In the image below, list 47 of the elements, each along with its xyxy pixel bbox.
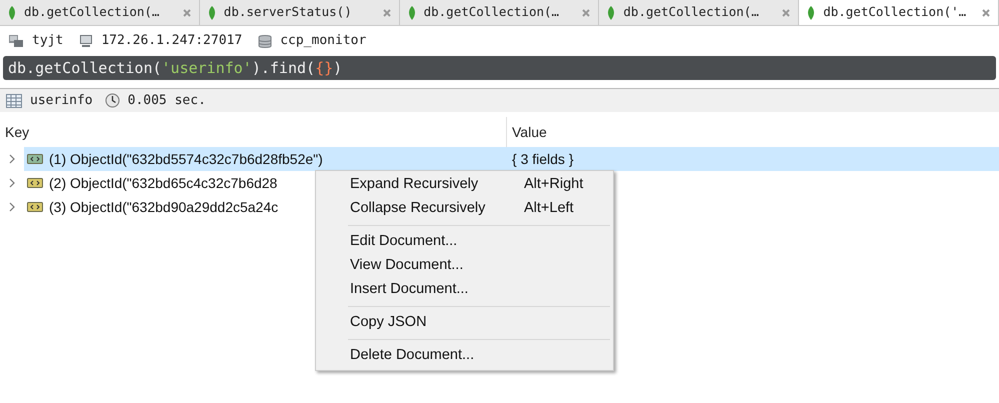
column-header[interactable]: Value (507, 117, 999, 147)
value-cell-text: { 3 fields } (511, 150, 574, 169)
document-icon (27, 178, 43, 188)
key-cell-text: (1) ObjectId("632bd5574c32c7b6d28fb52e") (49, 150, 323, 169)
tab[interactable]: db.getCollection(… (400, 0, 600, 25)
document-icon (27, 202, 43, 212)
menu-item[interactable]: Expand Recursively Alt+Right (316, 173, 613, 197)
leaf-icon (807, 6, 816, 20)
leaf-icon (8, 6, 16, 20)
key-cell-text: (2) ObjectId("632bd65c4c32c7b6d28 (49, 174, 278, 193)
connection-label: 172.26.1.247:27017 (101, 32, 242, 50)
clock-icon (104, 93, 120, 108)
close-icon[interactable] (782, 8, 790, 16)
tree-row[interactable]: (3) ObjectId("632bd90a29dd2c5a24c (24, 195, 282, 219)
table-icon (6, 94, 22, 108)
leaf-icon (208, 6, 216, 20)
chevron-icon[interactable] (8, 202, 16, 212)
menu-item[interactable]: View Document... (316, 254, 613, 278)
menu-item[interactable]: Collapse Recursively Alt+Left (316, 197, 613, 221)
database-icon (258, 34, 272, 48)
tab[interactable]: db.getCollection(… (0, 0, 200, 25)
query-editor[interactable]: db.getCollection('userinfo').find({}) (3, 56, 996, 80)
leaf-icon (408, 6, 416, 20)
connection-label: tyjt (32, 32, 64, 50)
close-icon[interactable] (182, 8, 191, 16)
tab[interactable]: db.getCollection('… (799, 0, 999, 25)
menu-item[interactable]: Insert Document... (316, 278, 613, 302)
close-icon[interactable] (982, 8, 990, 16)
tree-row[interactable]: (2) ObjectId("632bd65c4c32c7b6d28 (24, 171, 282, 195)
tree-row[interactable]: (1) ObjectId("632bd5574c32c7b6d28fb52e") { 3 fields } (24, 147, 999, 171)
connection-label: ccp_monitor (280, 32, 366, 50)
status-label: userinfo (30, 92, 93, 110)
leaf-icon (607, 6, 616, 20)
tab[interactable]: db.serverStatus() (200, 0, 400, 25)
monitor-icon (79, 34, 94, 48)
key-cell-text: (3) ObjectId("632bd90a29dd2c5a24c (49, 198, 278, 217)
tab[interactable]: db.getCollection(… (599, 0, 800, 25)
chevron-icon[interactable] (8, 178, 16, 188)
server-icon (8, 34, 24, 48)
document-icon (27, 154, 43, 164)
status-label: 0.005 sec. (128, 92, 206, 110)
close-icon[interactable] (582, 8, 590, 16)
chevron-icon[interactable] (8, 154, 16, 164)
menu-item[interactable]: Copy JSON (316, 311, 613, 335)
menu-item[interactable]: Delete Document... (316, 344, 613, 368)
close-icon[interactable] (382, 8, 391, 16)
menu-item[interactable]: Edit Document... (316, 230, 613, 254)
